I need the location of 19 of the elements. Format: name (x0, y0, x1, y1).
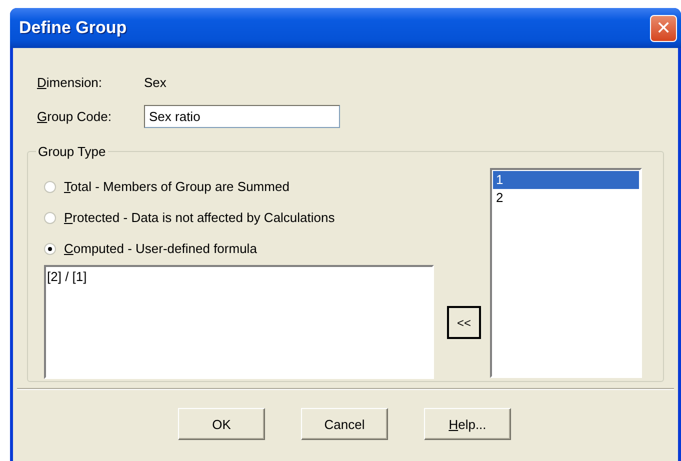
dialog-button[interactable]: OK (178, 408, 265, 440)
radio-label[interactable]: Total - Members of Group are Summed (64, 179, 290, 194)
radio-button[interactable] (44, 242, 56, 254)
window-title: Define Group (19, 18, 128, 38)
radio-label[interactable]: Computed - User-defined formula (64, 241, 257, 256)
dialog-button[interactable]: Cancel (301, 408, 388, 440)
dimension-label: Dimension: (37, 74, 104, 90)
group-type-legend: Group Type (36, 144, 108, 159)
list-item[interactable]: 1 (493, 171, 639, 189)
radio-button[interactable] (44, 180, 56, 192)
group-code-label: Group Code: (37, 108, 112, 124)
insert-button[interactable]: << (447, 306, 481, 339)
radio-label[interactable]: Protected - Data is not affected by Calculations (64, 210, 335, 225)
dialog-button[interactable]: Help... (424, 408, 511, 440)
radio-button[interactable] (44, 212, 56, 224)
list-item[interactable]: 2 (493, 189, 639, 207)
dimension-value: Sex (144, 74, 166, 90)
group-code-field[interactable]: Sex ratio (144, 104, 340, 128)
formula-field[interactable]: [2] / [1] (44, 265, 434, 379)
